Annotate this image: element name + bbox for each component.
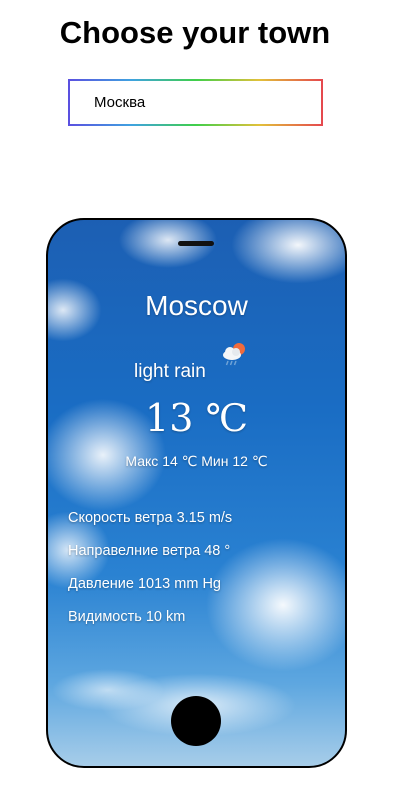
home-button[interactable] [171,696,221,746]
phone-speaker-notch [178,241,214,246]
weather-details: Скорость ветра 3.15 m/s Направелние ветр… [68,510,232,642]
rain-cloud-sun-icon [220,340,250,368]
min-max-temperature: Макс 14 ℃ Мин 12 ℃ [125,453,268,469]
city-name: Moscow [145,290,248,321]
page-heading: Choose your town [59,15,331,50]
town-search-field [68,79,323,126]
weather-description: light rain [134,361,206,382]
wind-direction: Направелние ветра 48 ° [68,543,231,559]
visibility: Видимость 10 km [68,609,186,625]
wind-speed: Скорость ветра 3.15 m/s [68,510,233,526]
town-search-input[interactable] [70,81,321,124]
pressure: Давление 1013 mm Hg [68,576,221,592]
temperature: 13 ℃ [145,396,248,440]
phone-frame: Moscow light rain 13 ℃ Макс 14 ℃ Мин 12 … [46,218,347,768]
